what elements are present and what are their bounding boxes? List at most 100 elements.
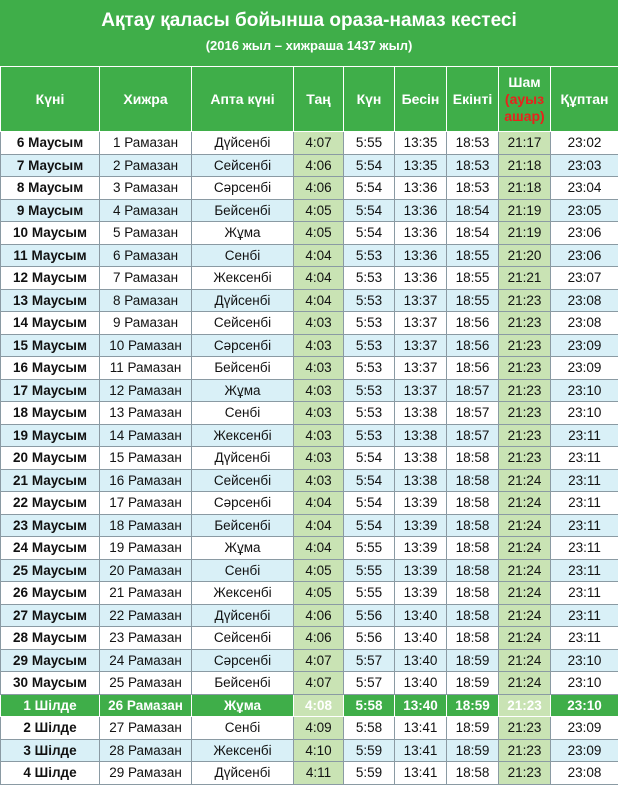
- asr-cell: 18:56: [446, 356, 499, 380]
- dhuhr-cell: 13:38: [394, 446, 447, 470]
- table-row: 15 Маусым 10 Рамазан Сәрсенбі 4:03 5:53 13:37…: [0, 333, 618, 357]
- sunrise-cell: 5:56: [343, 626, 395, 650]
- weekday-cell: Дүйсенбі: [191, 131, 294, 155]
- sunrise-cell: 5:57: [343, 671, 395, 695]
- asr-cell: 18:55: [446, 266, 499, 290]
- asr-cell: 18:58: [446, 558, 499, 582]
- fajr-cell: 4:05: [293, 558, 344, 582]
- date-cell: 14 Маусым: [0, 311, 100, 335]
- date-cell: 9 Маусым: [0, 198, 100, 222]
- maghrib-cell: 21:18: [498, 153, 551, 177]
- fajr-cell: 4:07: [293, 648, 344, 672]
- hijri-cell: 5 Рамазан: [99, 221, 192, 245]
- maghrib-cell: 21:24: [498, 603, 551, 627]
- table-row: 16 Маусым 11 Рамазан Бейсенбі 4:03 5:53 13:37…: [0, 356, 618, 380]
- dhuhr-cell: 13:36: [394, 221, 447, 245]
- weekday-cell: Бейсенбі: [191, 356, 294, 380]
- maghrib-cell: 21:23: [498, 356, 551, 380]
- maghrib-cell: 21:23: [498, 446, 551, 470]
- date-cell: 21 Маусым: [0, 468, 100, 492]
- table-row: 23 Маусым 18 Рамазан Бейсенбі 4:04 5:54 13:39…: [0, 513, 618, 537]
- fajr-cell: 4:06: [293, 153, 344, 177]
- isha-cell: 23:09: [550, 716, 618, 740]
- asr-cell: 18:59: [446, 648, 499, 672]
- weekday-cell: Сәрсенбі: [191, 176, 294, 200]
- date-cell: 18 Маусым: [0, 401, 100, 425]
- dhuhr-cell: 13:40: [394, 626, 447, 650]
- header-asr: Екінті: [446, 66, 499, 132]
- hijri-cell: 18 Рамазан: [99, 513, 192, 537]
- isha-cell: 23:10: [550, 693, 618, 717]
- fajr-cell: 4:04: [293, 243, 344, 267]
- date-cell: 8 Маусым: [0, 176, 100, 200]
- hijri-cell: 21 Рамазан: [99, 581, 192, 605]
- fajr-cell: 4:04: [293, 266, 344, 290]
- weekday-cell: Дүйсенбі: [191, 603, 294, 627]
- date-cell: 13 Маусым: [0, 288, 100, 312]
- weekday-cell: Сәрсенбі: [191, 648, 294, 672]
- sunrise-cell: 5:54: [343, 198, 395, 222]
- table-row-highlighted: 1 Шілде 26 Рамазан Жұма 4:08 5:58 13:40 18:59 2…: [0, 693, 618, 717]
- dhuhr-cell: 13:41: [394, 738, 447, 762]
- hijri-cell: 15 Рамазан: [99, 446, 192, 470]
- isha-cell: 23:11: [550, 491, 618, 515]
- isha-cell: 23:09: [550, 738, 618, 762]
- dhuhr-cell: 13:40: [394, 603, 447, 627]
- fajr-cell: 4:05: [293, 581, 344, 605]
- asr-cell: 18:56: [446, 311, 499, 335]
- dhuhr-cell: 13:39: [394, 536, 447, 560]
- asr-cell: 18:58: [446, 446, 499, 470]
- fajr-cell: 4:11: [293, 761, 344, 785]
- hijri-cell: 6 Рамазан: [99, 243, 192, 267]
- dhuhr-cell: 13:39: [394, 513, 447, 537]
- dhuhr-cell: 13:35: [394, 131, 447, 155]
- dhuhr-cell: 13:39: [394, 581, 447, 605]
- date-cell: 19 Маусым: [0, 423, 100, 447]
- hijri-cell: 13 Рамазан: [99, 401, 192, 425]
- fajr-cell: 4:03: [293, 378, 344, 402]
- table-row: 22 Маусым 17 Рамазан Сәрсенбі 4:04 5:54 13:39…: [0, 491, 618, 515]
- dhuhr-cell: 13:37: [394, 311, 447, 335]
- fajr-cell: 4:04: [293, 288, 344, 312]
- hijri-cell: 8 Рамазан: [99, 288, 192, 312]
- table-row: 3 Шілде 28 Рамазан Жексенбі 4:10 5:59 13:41 18…: [0, 738, 618, 762]
- weekday-cell: Дүйсенбі: [191, 761, 294, 785]
- header-maghrib: Шам (ауыз ашар): [498, 66, 551, 132]
- weekday-cell: Сенбі: [191, 243, 294, 267]
- isha-cell: 23:08: [550, 288, 618, 312]
- sunrise-cell: 5:53: [343, 333, 395, 357]
- asr-cell: 18:57: [446, 423, 499, 447]
- weekday-cell: Сәрсенбі: [191, 491, 294, 515]
- fajr-cell: 4:10: [293, 738, 344, 762]
- weekday-cell: Сенбі: [191, 558, 294, 582]
- table-row: 25 Маусым 20 Рамазан Сенбі 4:05 5:55 13:39 18:…: [0, 558, 618, 582]
- isha-cell: 23:10: [550, 648, 618, 672]
- asr-cell: 18:59: [446, 693, 499, 717]
- sunrise-cell: 5:56: [343, 603, 395, 627]
- asr-cell: 18:59: [446, 716, 499, 740]
- date-cell: 17 Маусым: [0, 378, 100, 402]
- hijri-cell: 25 Рамазан: [99, 671, 192, 695]
- isha-cell: 23:11: [550, 423, 618, 447]
- table-row: 30 Маусым 25 Рамазан Бейсенбі 4:07 5:57 13:40…: [0, 671, 618, 695]
- asr-cell: 18:54: [446, 198, 499, 222]
- dhuhr-cell: 13:36: [394, 243, 447, 267]
- table-row: 13 Маусым 8 Рамазан Дүйсенбі 4:04 5:53 13:37 1…: [0, 288, 618, 312]
- table-row: 28 Маусым 23 Рамазан Сейсенбі 4:06 5:56 13:40…: [0, 626, 618, 650]
- sunrise-cell: 5:53: [343, 378, 395, 402]
- date-cell: 7 Маусым: [0, 153, 100, 177]
- asr-cell: 18:58: [446, 491, 499, 515]
- dhuhr-cell: 13:39: [394, 491, 447, 515]
- date-cell: 25 Маусым: [0, 558, 100, 582]
- asr-cell: 18:56: [446, 333, 499, 357]
- weekday-cell: Бейсенбі: [191, 198, 294, 222]
- hijri-cell: 10 Рамазан: [99, 333, 192, 357]
- dhuhr-cell: 13:36: [394, 266, 447, 290]
- weekday-cell: Сейсенбі: [191, 311, 294, 335]
- sunrise-cell: 5:53: [343, 311, 395, 335]
- isha-cell: 23:11: [550, 626, 618, 650]
- fajr-cell: 4:05: [293, 221, 344, 245]
- hijri-cell: 22 Рамазан: [99, 603, 192, 627]
- hijri-cell: 26 Рамазан: [99, 693, 192, 717]
- asr-cell: 18:58: [446, 581, 499, 605]
